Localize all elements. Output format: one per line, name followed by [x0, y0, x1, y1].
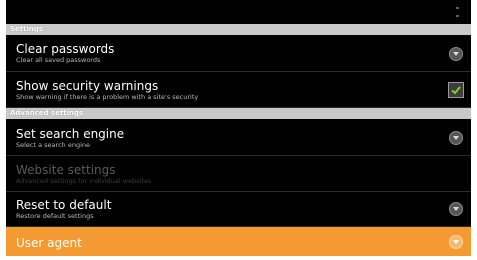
pref-website-settings: Website settings Advanced settings for i… — [6, 156, 471, 192]
pref-title: Reset to default — [16, 198, 112, 212]
pref-reset-to-default[interactable]: Reset to default Restore default setting… — [6, 192, 471, 227]
section-header-settings: Settings — [6, 24, 471, 35]
chevron-down-icon — [449, 202, 463, 216]
pref-show-security-warnings[interactable]: Show security warnings Show warning if t… — [6, 72, 471, 108]
pref-title: User agent — [16, 236, 82, 250]
pref-user-agent[interactable]: User agent — [6, 227, 471, 256]
pref-set-search-engine[interactable]: Set search engine Select a search engine — [6, 119, 471, 156]
chevron-down-icon — [449, 235, 463, 249]
settings-panel: Settings Clear passwords Clear all saved… — [6, 0, 471, 256]
pref-clear-passwords[interactable]: Clear passwords Clear all saved password… — [6, 35, 471, 72]
title-bar — [6, 0, 471, 24]
pref-summary: Show warning if there is a problem with … — [16, 93, 199, 101]
pref-title: Set search engine — [16, 127, 125, 141]
pref-title: Clear passwords — [16, 42, 115, 56]
security-warnings-checkbox[interactable] — [448, 82, 464, 98]
pref-summary: Restore default settings — [16, 212, 94, 220]
overflow-menu-icon[interactable] — [456, 7, 459, 17]
section-header-advanced: Advanced settings — [6, 108, 471, 119]
pref-title: Show security warnings — [16, 79, 159, 93]
chevron-down-icon — [449, 131, 463, 145]
pref-title: Website settings — [16, 163, 116, 177]
pref-summary: Clear all saved passwords — [16, 56, 101, 64]
pref-summary: Advanced settings for individual website… — [16, 177, 152, 185]
checkmark-icon — [451, 86, 461, 95]
screen: Settings Clear passwords Clear all saved… — [0, 0, 477, 260]
chevron-down-icon — [449, 47, 463, 61]
pref-summary: Select a search engine — [16, 141, 90, 149]
